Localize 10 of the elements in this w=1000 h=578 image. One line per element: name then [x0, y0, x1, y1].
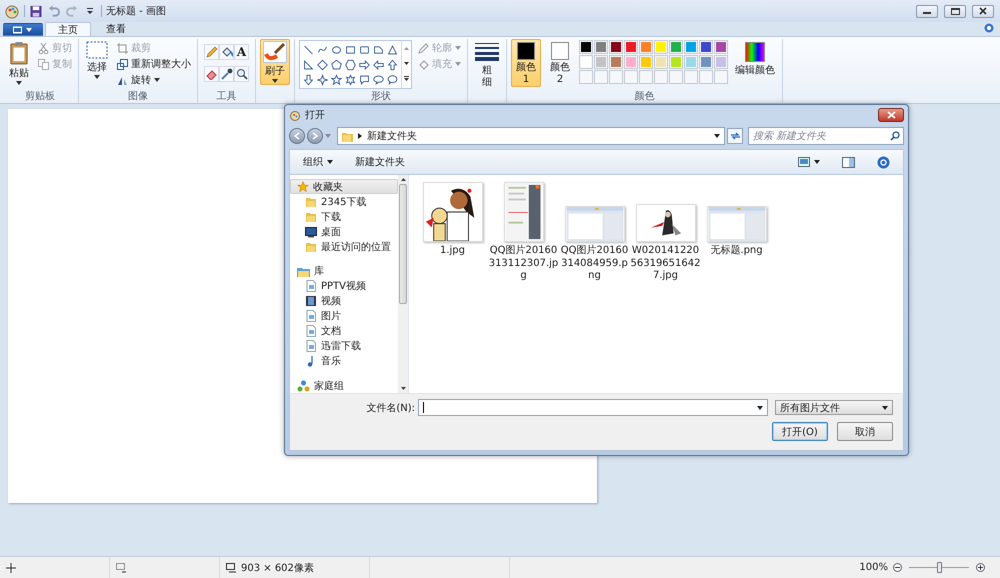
group-label: 颜色 — [634, 90, 654, 103]
group-label: 形状 — [371, 90, 391, 103]
zoom-level-text: 100% — [859, 562, 888, 573]
dialog-title: 打开 — [305, 108, 325, 122]
window-title: 无标题 - 画图 — [106, 4, 166, 18]
group-label: 剪贴板 — [25, 90, 55, 103]
file-name-label: 文件名(N): — [366, 402, 415, 414]
group-label: 图像 — [128, 90, 148, 103]
group-label: 工具 — [216, 90, 236, 103]
image-size-text: 903 × 602像素 — [241, 562, 314, 574]
